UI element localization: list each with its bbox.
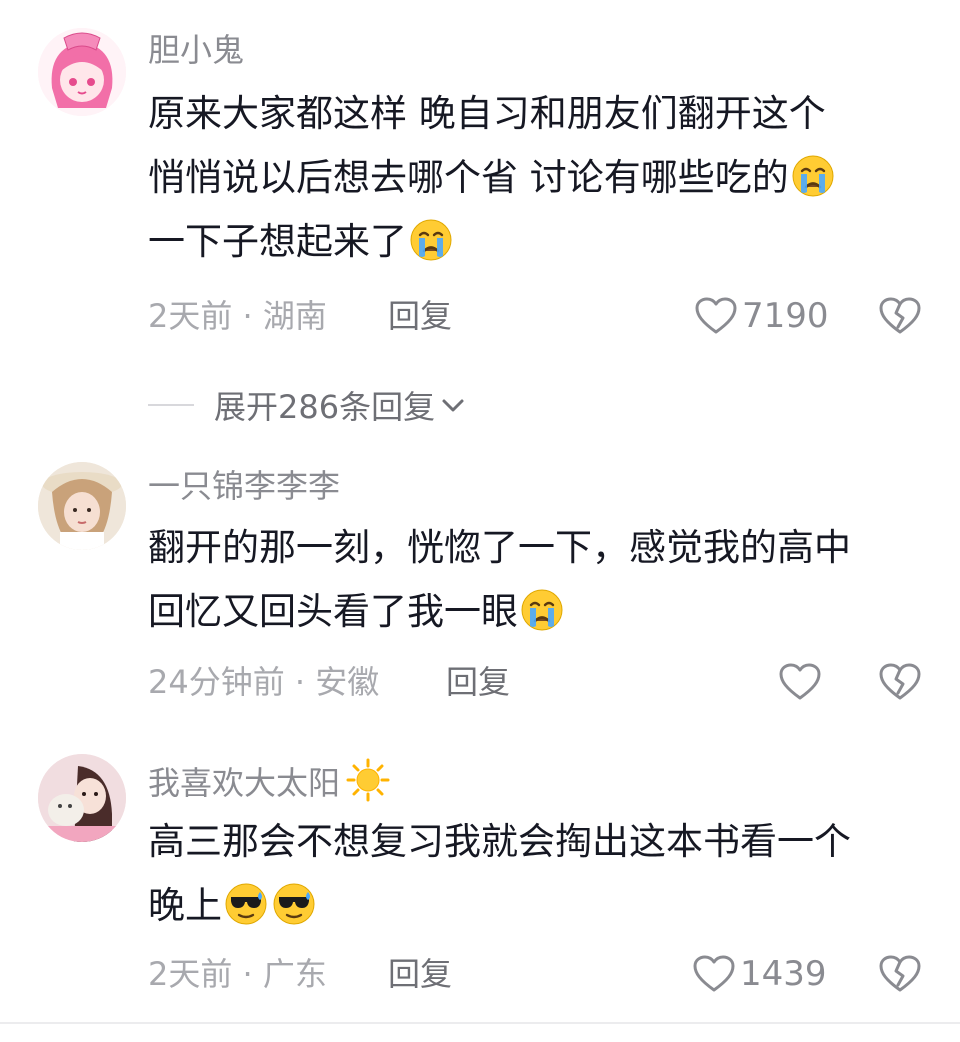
avatar[interactable] [38,462,126,550]
bottom-divider [0,1022,960,1024]
timestamp: 2天前 [148,955,233,993]
expand-replies-button[interactable]: 展开286条回复 [148,382,467,428]
comment-meta: 24分钟前 · 安徽 [148,662,379,702]
sun-emoji-icon [346,758,390,802]
like-count: 7190 [742,296,829,336]
separator: · [242,955,253,993]
sunglasses-sweat-emoji-icon [272,882,316,926]
comment-text: 翻开的那一刻，恍惚了一下，感觉我的高中 回忆又回头看了我一眼 [148,516,938,644]
like-button[interactable]: 7190 [694,296,829,336]
sunglasses-sweat-emoji-icon [224,882,268,926]
separator: · [294,663,306,701]
separator: · [242,297,253,335]
reply-button[interactable]: 回复 [446,662,510,702]
girl-with-hat-avatar-icon [38,462,126,550]
chevron-down-icon [442,399,464,412]
timestamp: 24分钟前 [148,663,285,701]
comment-line: 晚上 [148,874,938,938]
dislike-broken-heart-icon[interactable] [878,954,922,994]
comment-line: 翻开的那一刻，恍惚了一下，感觉我的高中 [148,526,851,569]
dislike-broken-heart-icon[interactable] [878,662,922,702]
avatar[interactable] [38,754,126,842]
anime-girl-avatar-icon [38,28,126,116]
avatar[interactable] [38,28,126,116]
like-button[interactable]: 1439 [692,954,827,994]
heart-icon [778,662,822,702]
dislike-broken-heart-icon[interactable] [878,296,922,336]
comment-line: 原来大家都这样 晚自习和朋友们翻开这个 [148,92,826,135]
expand-replies-label: 展开286条回复 [214,388,436,426]
username: 我喜欢大太阳 [148,764,341,802]
like-count: 1439 [740,954,827,994]
comment-line: 回忆又回头看了我一眼 [148,580,938,644]
like-button[interactable] [778,662,822,702]
crying-emoji-icon [409,218,453,262]
crying-emoji-icon [791,154,835,198]
reply-button[interactable]: 回复 [388,954,452,994]
reply-button[interactable]: 回复 [388,296,452,336]
username[interactable]: 胆小鬼 [148,30,244,70]
comment-line: 高三那会不想复习我就会掏出这本书看一个 [148,820,851,863]
comment-meta: 2天前 · 广东 [148,954,327,994]
username[interactable]: 一只锦李李李 [148,466,340,506]
comment-text: 高三那会不想复习我就会掏出这本书看一个 晚上 [148,810,938,938]
divider [148,404,194,406]
location: 广东 [262,955,327,993]
timestamp: 2天前 [148,297,233,335]
username-row[interactable]: 我喜欢大太阳 [148,758,390,803]
girl-with-cat-avatar-icon [38,754,126,842]
location: 湖南 [262,297,327,335]
comment-line: 悄悄说以后想去哪个省 讨论有哪些吃的 [148,146,938,210]
comment-line: 一下子想起来了 [148,210,938,274]
heart-icon [694,296,738,336]
comment-meta: 2天前 · 湖南 [148,296,327,336]
crying-emoji-icon [520,588,564,632]
comment-text: 原来大家都这样 晚自习和朋友们翻开这个 悄悄说以后想去哪个省 讨论有哪些吃的 一… [148,82,938,274]
heart-icon [692,954,736,994]
location: 安徽 [315,663,380,701]
